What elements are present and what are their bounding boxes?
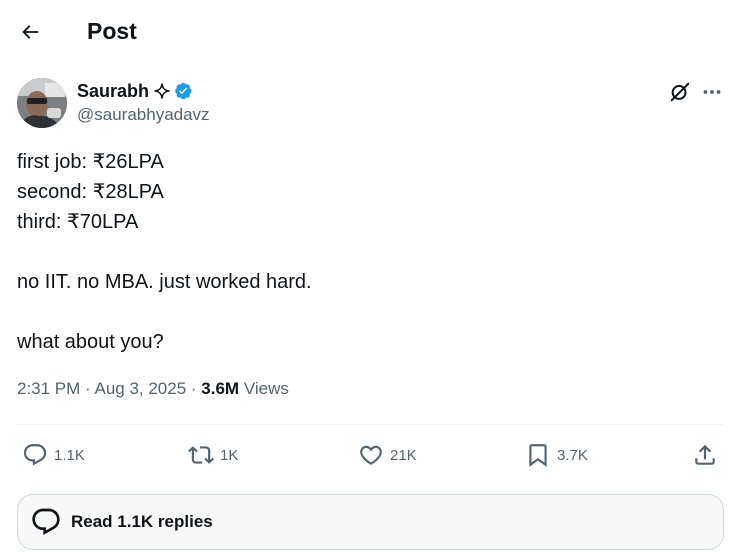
share-icon — [695, 444, 715, 465]
meta-separator: · — [80, 379, 95, 398]
heart-icon — [360, 445, 382, 465]
tweet-line: second: ₹28LPA — [17, 181, 164, 203]
spark-icon — [154, 83, 170, 99]
meta-separator: · — [186, 379, 202, 398]
bookmark-button[interactable]: 3.7K — [525, 437, 588, 473]
read-replies-button[interactable]: Read 1.1K replies — [17, 494, 724, 550]
arrow-left-icon — [22, 25, 39, 39]
repost-icon — [188, 446, 214, 464]
tweet-line — [17, 297, 707, 327]
more-options-button[interactable] — [698, 78, 726, 106]
verified-icon[interactable] — [173, 81, 193, 101]
reply-button[interactable]: 1.1K — [22, 437, 85, 473]
author-handle[interactable]: @saurabhyadavz — [77, 105, 210, 125]
divider — [17, 424, 724, 425]
tweet-line: what about you? — [17, 331, 164, 353]
more-dots-icon — [703, 90, 721, 94]
share-button[interactable] — [692, 437, 718, 473]
tweet-line: first job: ₹26LPA — [17, 151, 164, 173]
views-label: Views — [239, 379, 289, 398]
reply-icon — [23, 444, 47, 466]
tweet-line — [17, 237, 707, 267]
grok-icon — [670, 82, 690, 102]
tweet-line: no IIT. no MBA. just worked hard. — [17, 271, 312, 293]
tweet-text: first job: ₹26LPA second: ₹28LPA third: … — [17, 147, 707, 357]
tweet-date[interactable]: Aug 3, 2025 — [94, 379, 186, 398]
avatar-photo — [17, 78, 67, 128]
read-replies-label: Read 1.1K replies — [71, 512, 213, 531]
grok-button[interactable] — [666, 78, 694, 106]
display-name[interactable]: Saurabh — [77, 81, 149, 102]
avatar[interactable] — [17, 78, 67, 128]
tweet-time[interactable]: 2:31 PM — [17, 379, 80, 398]
page-title: Post — [87, 18, 137, 44]
author-name-row: Saurabh — [77, 79, 193, 103]
like-count: 21K — [390, 446, 417, 464]
reply-count: 1.1K — [54, 446, 85, 464]
views-count[interactable]: 3.6M — [201, 379, 239, 398]
repost-count: 1K — [220, 446, 239, 464]
action-bar: 1.1K 1K 21K 3.7K — [17, 437, 724, 473]
like-button[interactable]: 21K — [358, 437, 417, 473]
header: Post — [0, 0, 731, 60]
back-button[interactable] — [14, 16, 46, 48]
bookmark-count: 3.7K — [557, 446, 588, 464]
tweet-line: third: ₹70LPA — [17, 211, 139, 233]
reply-bubble-icon — [30, 506, 62, 538]
tweet-meta: 2:31 PM · Aug 3, 2025 · 3.6M Views — [17, 377, 289, 401]
bookmark-icon — [529, 444, 547, 467]
repost-button[interactable]: 1K — [188, 437, 238, 473]
